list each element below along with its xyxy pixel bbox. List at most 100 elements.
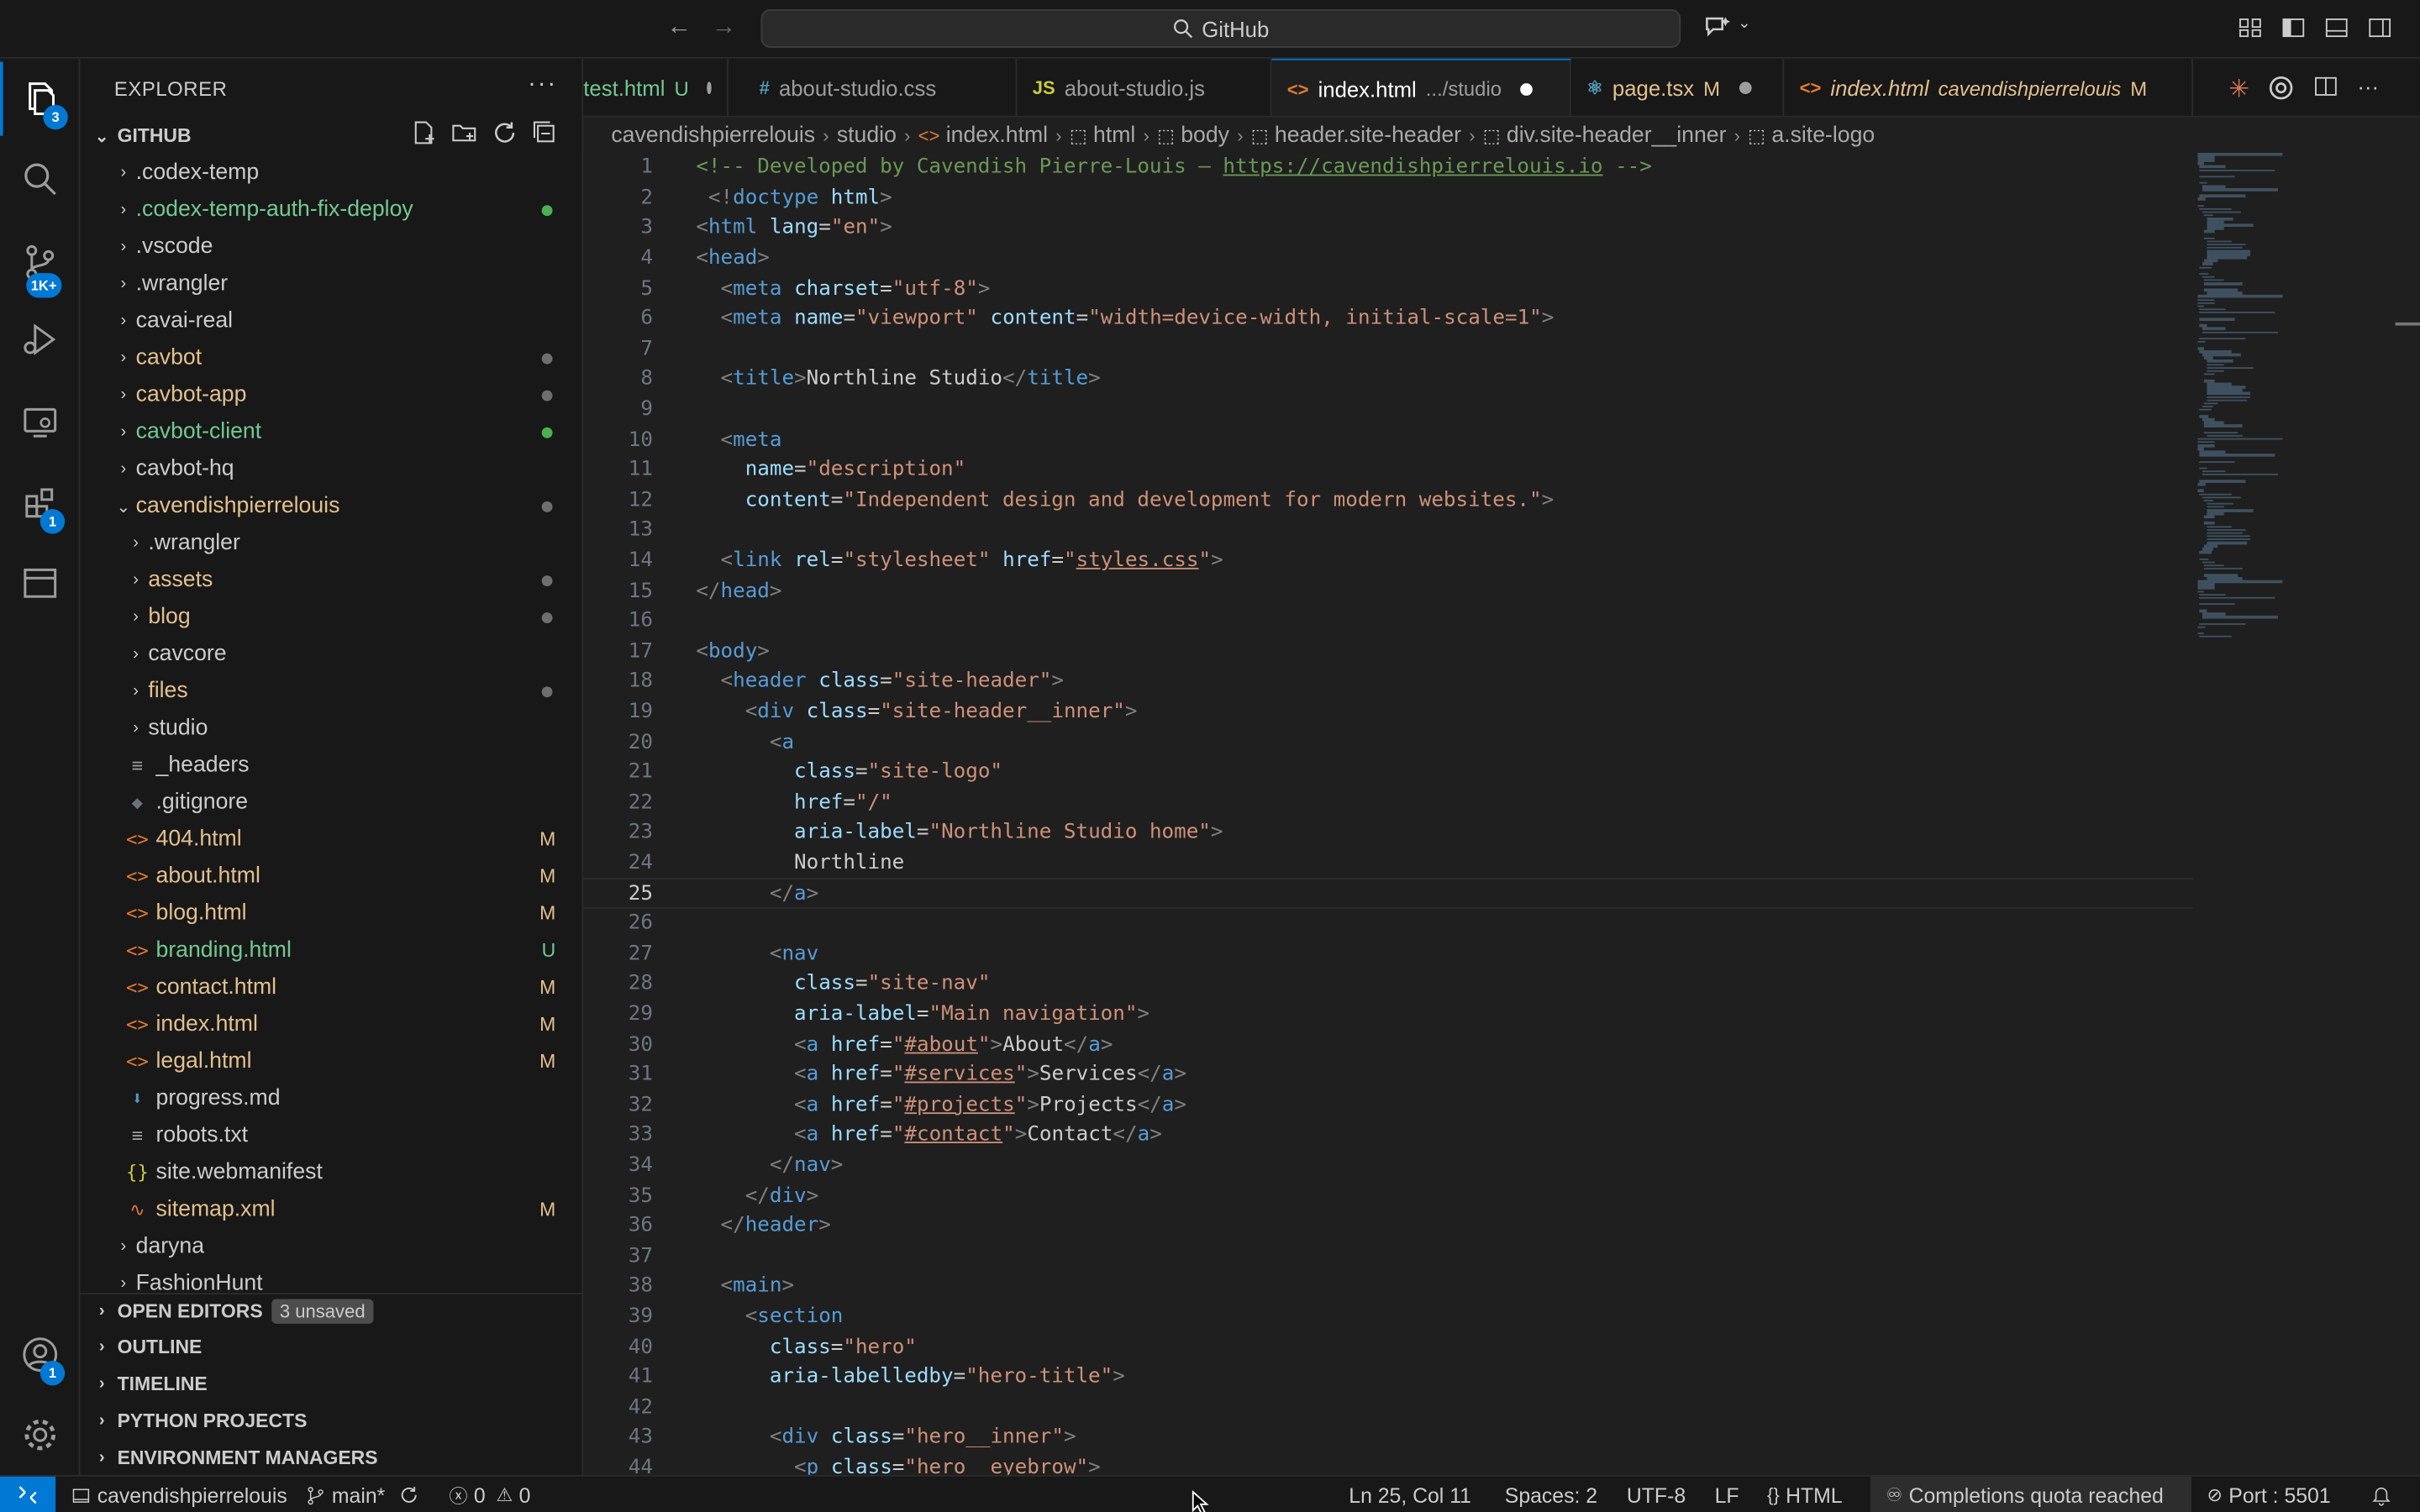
tree-item[interactable]: › cavbot xyxy=(81,339,582,376)
encoding-status[interactable]: UTF-8 xyxy=(1627,1477,1686,1512)
chevron-right-icon[interactable]: › xyxy=(111,238,135,256)
back-arrow-icon[interactable]: ← xyxy=(666,14,691,42)
code-line[interactable]: 24 Northline xyxy=(583,848,2193,879)
more-actions-icon[interactable]: ··· xyxy=(528,71,557,98)
breadcrumb-item[interactable]: a.site-logo xyxy=(1771,123,1875,148)
chevron-right-icon[interactable]: › xyxy=(111,386,135,404)
panel-view-icon[interactable] xyxy=(0,546,81,620)
tree-item[interactable]: › files xyxy=(81,673,582,710)
search-icon[interactable] xyxy=(0,142,81,216)
workspace-status[interactable]: cavendishpierrelouis xyxy=(71,1477,287,1512)
unsaved-dot-icon[interactable] xyxy=(1739,81,1751,95)
notifications-bell-icon[interactable] xyxy=(2370,1477,2392,1512)
remote-explorer-icon[interactable] xyxy=(0,386,81,459)
code-line[interactable]: 9 xyxy=(583,395,2193,425)
tree-item[interactable]: ◆ .gitignore xyxy=(81,784,582,821)
tree-item[interactable]: <> legal.html M xyxy=(81,1043,582,1080)
code-line[interactable]: 31 <a href="#services">Services</a> xyxy=(583,1060,2193,1090)
chevron-down-icon[interactable]: ⌄ xyxy=(111,496,135,516)
settings-gear-icon[interactable] xyxy=(0,1398,81,1472)
toggle-secondary-sidebar-icon[interactable] xyxy=(2367,15,2391,39)
editor-tab[interactable]: test.html U xyxy=(583,58,729,116)
code-line[interactable]: 2 <!doctype html> xyxy=(583,183,2193,213)
live-server-port[interactable]: ⊘ Port : 5501 xyxy=(2207,1477,2330,1512)
toggle-primary-sidebar-icon[interactable] xyxy=(2281,15,2306,39)
tree-item[interactable]: › cavai-real xyxy=(81,302,582,339)
unsaved-dot-icon[interactable] xyxy=(1520,82,1533,95)
language-mode[interactable]: {} HTML xyxy=(1767,1477,1843,1512)
openai-icon[interactable] xyxy=(2268,74,2296,109)
toggle-panel-icon[interactable] xyxy=(2324,15,2349,39)
customize-layout-icon[interactable] xyxy=(2238,15,2262,39)
tree-item[interactable]: › cavcore xyxy=(81,636,582,673)
collapse-all-icon[interactable] xyxy=(531,118,559,146)
chevron-right-icon[interactable]: › xyxy=(111,164,135,182)
tree-item[interactable]: <> branding.html U xyxy=(81,932,582,969)
more-actions-icon[interactable]: ··· xyxy=(2357,74,2379,109)
code-line[interactable]: 35 </div> xyxy=(583,1181,2193,1211)
unsaved-dot-icon[interactable] xyxy=(707,81,712,95)
code-line[interactable]: 42 xyxy=(583,1393,2193,1423)
branch-status[interactable]: main* xyxy=(306,1477,385,1512)
source-control-icon[interactable]: 1K+ xyxy=(0,225,81,299)
code-line[interactable]: 10 <meta xyxy=(583,425,2193,455)
tree-item[interactable]: › cavbot-hq xyxy=(81,450,582,487)
tree-item[interactable]: › .codex-temp-auth-fix-deploy xyxy=(81,192,582,228)
code-editor[interactable]: 1 <!-- Developed by Cavendish Pierre-Loui… xyxy=(583,152,2420,1475)
tree-item[interactable]: <> blog.html M xyxy=(81,895,582,932)
code-line[interactable]: 11 name="description" xyxy=(583,455,2193,486)
tree-item[interactable]: › blog xyxy=(81,599,582,636)
code-line[interactable]: 36 </header> xyxy=(583,1211,2193,1242)
code-line[interactable]: 14 <link rel="stylesheet" href="styles.c… xyxy=(583,546,2193,576)
tree-item[interactable]: › .codex-temp xyxy=(81,155,582,192)
code-line[interactable]: 15 </head> xyxy=(583,576,2193,606)
breadcrumb-item[interactable]: div.site-header__inner xyxy=(1507,123,1727,148)
tree-item[interactable]: › assets xyxy=(81,562,582,599)
chevron-right-icon[interactable]: › xyxy=(124,608,148,627)
chevron-down-icon[interactable]: ⌄ xyxy=(1738,15,1762,39)
refresh-icon[interactable] xyxy=(491,118,518,146)
problems-status[interactable]: ⓧ 0 ⚠ 0 xyxy=(449,1477,530,1512)
code-line[interactable]: 33 <a href="#contact">Contact</a> xyxy=(583,1121,2193,1151)
explorer-icon[interactable]: 3 xyxy=(0,61,81,136)
code-line[interactable]: 32 <a href="#projects">Projects</a> xyxy=(583,1090,2193,1121)
chevron-right-icon[interactable]: › xyxy=(111,1237,135,1256)
chevron-right-icon[interactable]: › xyxy=(111,1274,135,1293)
indentation-status[interactable]: Spaces: 2 xyxy=(1505,1477,1597,1512)
chevron-right-icon[interactable]: › xyxy=(111,312,135,330)
code-line[interactable]: 16 xyxy=(583,606,2193,637)
code-line[interactable]: 18 <header class="site-header"> xyxy=(583,667,2193,697)
code-line[interactable]: 20 <a xyxy=(583,727,2193,758)
breadcrumb-item[interactable]: body xyxy=(1181,123,1229,148)
editor-tab[interactable]: <> index.html cavendishpierrelouis M xyxy=(1784,58,2193,116)
breadcrumb-item[interactable]: html xyxy=(1093,123,1135,148)
section-header[interactable]: › OPEN EDITORS 3 unsaved xyxy=(80,1293,582,1326)
code-line[interactable]: 3 <html lang="en"> xyxy=(583,213,2193,244)
code-line[interactable]: 17 <body> xyxy=(583,637,2193,667)
extensions-icon[interactable]: 1 xyxy=(0,466,81,540)
sync-icon[interactable] xyxy=(398,1477,420,1512)
section-header[interactable]: › PYTHON PROJECTS xyxy=(81,1404,582,1437)
tree-item[interactable]: <> about.html M xyxy=(81,858,582,895)
code-line[interactable]: 30 <a href="#about">About</a> xyxy=(583,1030,2193,1060)
chevron-right-icon[interactable]: › xyxy=(111,201,135,219)
tree-item[interactable]: › cavbot-app xyxy=(81,376,582,413)
tree-item[interactable]: <> 404.html M xyxy=(81,821,582,858)
new-folder-icon[interactable] xyxy=(450,118,478,146)
code-line[interactable]: 5 <meta charset="utf-8"> xyxy=(583,274,2193,304)
code-line[interactable]: 13 xyxy=(583,516,2193,546)
chevron-right-icon[interactable]: › xyxy=(124,571,148,590)
tree-item[interactable]: <> index.html M xyxy=(81,1006,582,1043)
tree-item[interactable]: ≡ robots.txt xyxy=(81,1117,582,1154)
tree-item[interactable]: › daryna xyxy=(81,1228,582,1265)
code-line[interactable]: 4 <head> xyxy=(583,244,2193,274)
code-line[interactable]: 19 <div class="site-header__inner"> xyxy=(583,697,2193,727)
tree-item[interactable]: › .wrangler xyxy=(81,524,582,561)
editor-tab[interactable]: ⚛ page.tsx M xyxy=(1571,58,1785,116)
tree-item[interactable]: › .vscode xyxy=(81,228,582,265)
workspace-root-header[interactable]: ⌄ GITHUB xyxy=(81,118,582,152)
section-header[interactable]: › TIMELINE xyxy=(81,1367,582,1400)
section-header[interactable]: › OUTLINE xyxy=(81,1330,582,1363)
copilot-chat-icon[interactable] xyxy=(1704,14,1730,39)
command-center-search[interactable]: GitHub xyxy=(760,9,1681,48)
